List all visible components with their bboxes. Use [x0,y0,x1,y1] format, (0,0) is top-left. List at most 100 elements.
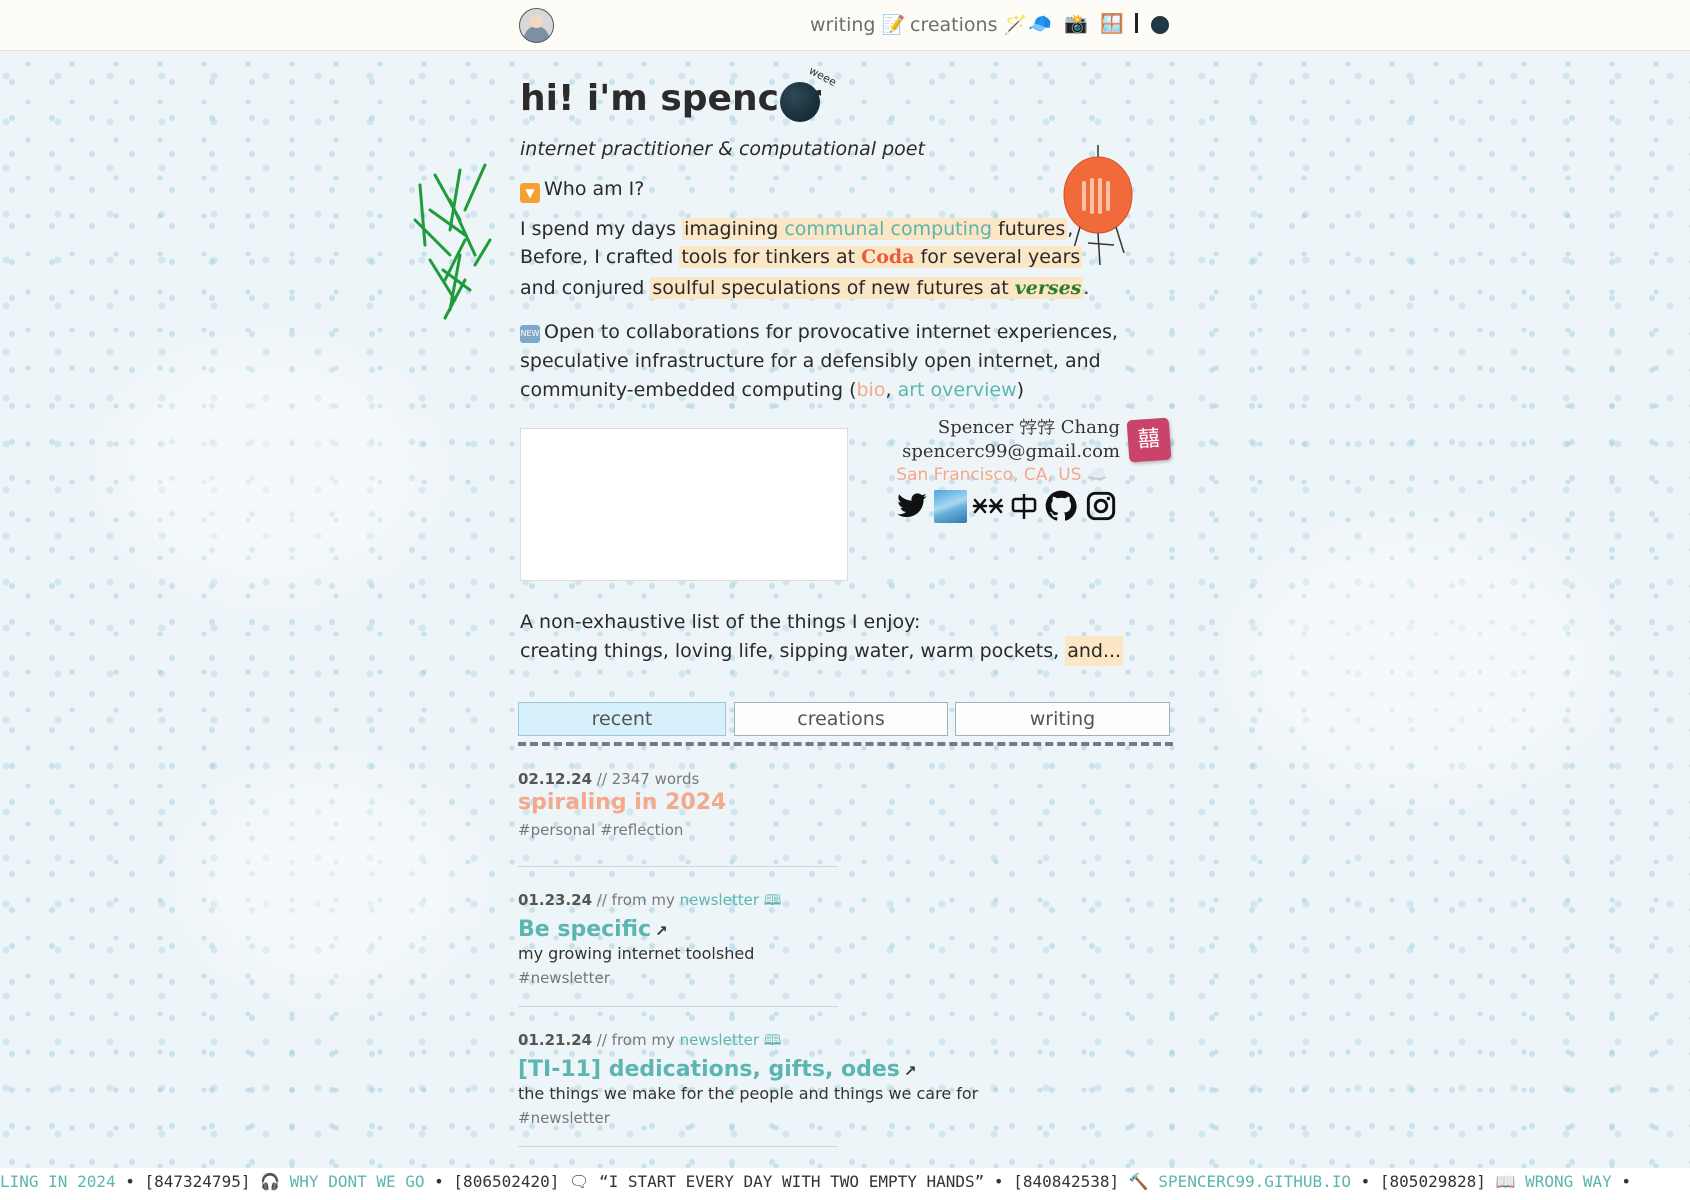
intro-text: Before, I crafted [520,246,680,268]
post-meta: 01.21.24 // from my newsletter 🕮 [518,1030,1078,1055]
post-source-label: // from my [592,891,680,909]
intro-line-1: I spend my days imagining communal compu… [520,218,1073,240]
intro-line-2: Before, I crafted tools for tinkers at C… [520,246,1083,268]
intro-text: . [1083,277,1090,299]
ticker-id: [847324795] 🎧 [144,1172,290,1191]
post-date: 02.12.24 [518,770,593,788]
github-icon[interactable] [1045,490,1077,522]
post-meta: 02.12.24 // 2347 words [518,770,1078,788]
who-am-i-label: Who am I? [544,178,645,200]
intro-highlight: imagining communal computing futures [682,218,1068,240]
post-tags[interactable]: #personal #reflection [518,821,1078,839]
collab-text: Open to collaborations for provocative i… [520,321,1118,401]
enjoy-more-toggle[interactable]: and... [1065,636,1124,666]
contact-location: San Francisco, CA, US ☁️ [896,465,1108,485]
intro-text: I spend my days [520,218,683,240]
ticker-id: [806502420] 🗨 [453,1172,599,1191]
post-divider [518,1146,838,1147]
cosmos-icon[interactable] [972,490,1004,522]
ticker-separator: • [424,1172,454,1191]
intro-text: for several years [914,246,1081,268]
post-divider [518,866,838,867]
ticker-item[interactable]: WRONG WAY [1525,1172,1612,1191]
intro-text: imagining [684,218,785,240]
marquee-ticker: LING IN 2024 • [847324795] 🎧 WHY DONT WE… [0,1168,1690,1200]
nav-writing[interactable]: writing 📝 [810,13,905,36]
avatar[interactable] [519,8,554,43]
stamp-seal-icon: 囍 [1126,417,1172,463]
theme-toggle-moon-icon[interactable] [1151,16,1169,34]
nav-creations[interactable]: creations 🪄 [910,13,1027,36]
post-description: the things we make for the people and th… [518,1084,979,1103]
art-overview-link[interactable]: art overview [898,379,1017,401]
embed-frame[interactable] [520,428,848,581]
post-date: 01.21.24 [518,1031,593,1049]
verses-link[interactable]: verses [1015,277,1082,299]
intro-text: futures [992,218,1066,240]
dropdown-triangle-icon: ▼ [520,183,540,203]
post-meta: 01.23.24 // from my newsletter 🕮 [518,890,1078,915]
moon-icon[interactable] [780,82,820,122]
ticker-item[interactable]: LING IN 2024 [0,1172,116,1191]
ticker-item[interactable]: “I START EVERY DAY WITH TWO EMPTY HANDS” [599,1172,984,1191]
tabs-divider [518,742,1173,746]
twitter-icon[interactable] [896,490,928,522]
ticker-item[interactable]: WHY DONT WE GO [290,1172,425,1191]
landscape-icon[interactable] [934,490,967,523]
post-title-link[interactable]: spiraling in 2024 [518,790,1078,815]
nav-divider [1135,13,1138,33]
external-link-icon: ↗ [903,1062,917,1080]
intro-text: and conjured [520,277,651,299]
tab-writing[interactable]: writing [955,702,1170,736]
intro-text: tools for tinkers at [681,246,862,268]
who-am-i-toggle[interactable]: ▼ Who am I? [520,178,644,203]
ticker-id: [805029828] 📖 [1379,1172,1526,1191]
ticker-separator: • [984,1172,1014,1191]
intro-highlight: tools for tinkers at Coda for several ye… [679,246,1083,268]
newsletter-link[interactable]: newsletter 🕮 [680,891,782,909]
contact-email[interactable]: spencerc99@gmail.com [902,441,1120,462]
nav-window-icon[interactable]: 🪟 [1100,12,1124,35]
new-badge-icon: NEW [520,325,540,343]
post-title-text: [TI-11] dedications, gifts, odes [518,1057,900,1082]
ticker-separator: • [1611,1172,1632,1191]
intro-text: , [1067,218,1074,240]
ticker-id: [840842538] 🔨 [1013,1172,1159,1191]
enjoy-intro: A non-exhaustive list of the things I en… [520,611,921,633]
page-subtitle: internet practitioner & computational po… [520,138,925,160]
tab-creations[interactable]: creations [734,702,948,736]
tab-recent[interactable]: recent [518,702,726,736]
post-date: 01.23.24 [518,891,593,909]
nav-camera-icon[interactable]: 📸 [1064,12,1088,35]
intro-highlight: soulful speculations of new futures at v… [650,277,1084,299]
post-description: my growing internet toolshed [518,944,755,963]
enjoy-list: creating things, loving life, sipping wa… [520,636,1124,666]
post-tags[interactable]: #newsletter [518,969,1078,987]
collab-separator: , [885,379,898,401]
post-tags[interactable]: #newsletter [518,1109,1078,1127]
post-title-text: Be specific [518,917,652,942]
intro-line-3: and conjured soulful speculations of new… [520,277,1089,299]
bio-link[interactable]: bio [857,379,886,401]
post-title-link[interactable]: Be specific ↗ [518,917,1078,942]
ticker-item[interactable]: SPENCERC99.GITHUB.IO [1158,1172,1351,1191]
post-source-label: // from my [592,1031,680,1049]
post-title-link[interactable]: [TI-11] dedications, gifts, odes ↗ [518,1057,1078,1082]
newsletter-icon[interactable] [1008,490,1040,522]
coda-link[interactable]: Coda [861,246,914,268]
instagram-icon[interactable] [1085,490,1117,522]
post-divider [518,1006,838,1007]
collab-end: ) [1016,379,1025,401]
ticker-separator: • [115,1172,145,1191]
communal-computing-link[interactable]: communal computing [784,218,992,240]
grass-doodle-icon [413,163,492,320]
enjoy-items: creating things, loving life, sipping wa… [520,640,1066,662]
collab-paragraph: NEW Open to collaborations for provocativ… [520,318,1160,405]
top-nav-bar: writing 📝 creations 🪄 🧢 📸 🪟 [0,0,1690,51]
newsletter-link[interactable]: newsletter 🕮 [680,1031,782,1049]
contact-name: Spencer 𡨸𡨸 Chang [937,417,1120,438]
post-item: 02.12.24 // 2347 words spiraling in 2024… [518,770,1078,839]
external-link-icon: ↗ [655,922,668,940]
post-item: 01.21.24 // from my newsletter 🕮 [TI-11]… [518,1030,1078,1127]
nav-cap-icon[interactable]: 🧢 [1028,12,1052,35]
